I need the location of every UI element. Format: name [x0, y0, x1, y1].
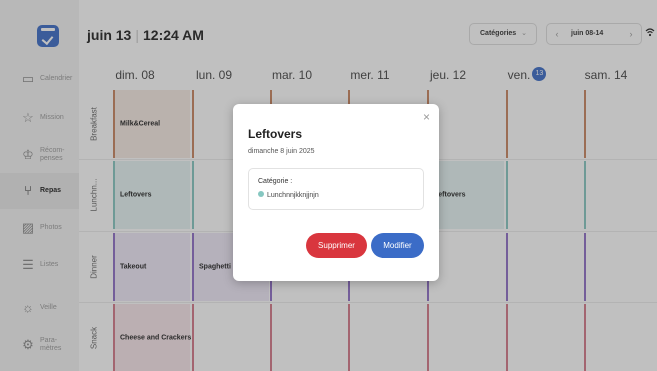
meal-detail-dialog: × Leftovers dimanche 8 juin 2025 Catégor…	[233, 104, 439, 281]
category-color-dot	[258, 191, 264, 198]
app: ▭ Calendrier ☆ Mission ♔ Récom-penses ⑂ Repas ▨ P…	[0, 0, 657, 371]
category-value: Lunchnnjkknjjnjn	[258, 191, 319, 199]
close-icon[interactable]: ×	[423, 111, 430, 123]
category-card: Catégorie : Lunchnnjkknjjnjn	[248, 168, 424, 210]
meal-title: Leftovers	[248, 127, 303, 141]
meal-date: dimanche 8 juin 2025	[248, 148, 315, 155]
category-name: Lunchnnjkknjjnjn	[267, 192, 319, 199]
category-label: Catégorie :	[258, 178, 293, 185]
edit-button[interactable]: Modifier	[371, 233, 424, 258]
delete-button[interactable]: Supprimer	[306, 233, 367, 258]
